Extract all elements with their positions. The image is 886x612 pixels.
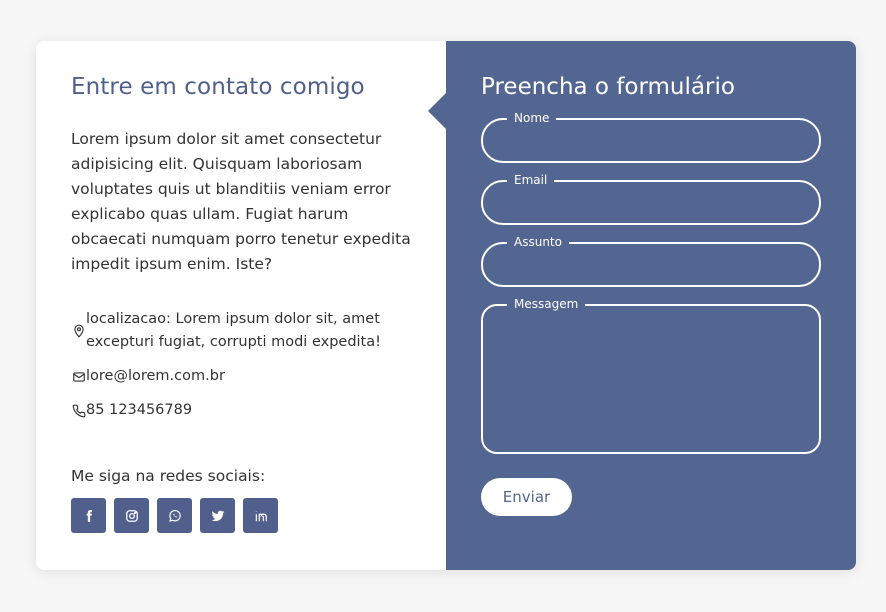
facebook-icon xyxy=(86,509,92,522)
whatsapp-icon xyxy=(168,509,181,522)
linkedin-icon xyxy=(255,510,267,521)
message-textarea[interactable] xyxy=(483,306,819,452)
panel-notch xyxy=(428,93,446,129)
whatsapp-link[interactable] xyxy=(157,498,192,533)
social-label: Me siga na redes sociais: xyxy=(71,467,266,485)
message-field: Messagem xyxy=(481,296,821,454)
social-links xyxy=(71,498,278,533)
email-text: lore@lorem.com.br xyxy=(86,368,225,384)
twitter-link[interactable] xyxy=(200,498,235,533)
subject-input[interactable] xyxy=(483,244,819,285)
facebook-link[interactable] xyxy=(71,498,106,533)
location-text: localizacao: Lorem ipsum dolor sit, amet… xyxy=(86,311,381,350)
email-input[interactable] xyxy=(483,182,819,223)
linkedin-link[interactable] xyxy=(243,498,278,533)
email-field: Email xyxy=(481,172,821,225)
submit-button[interactable]: Enviar xyxy=(481,478,572,516)
phone-icon xyxy=(71,403,86,418)
contact-description: Lorem ipsum dolor sit amet consectetur a… xyxy=(71,130,411,273)
contact-info-panel: Entre em contato comigo Lorem ipsum dolo… xyxy=(36,41,446,570)
name-field: Nome xyxy=(481,110,821,163)
instagram-link[interactable] xyxy=(114,498,149,533)
map-pin-icon xyxy=(71,324,86,339)
form-title: Preencha o formulário xyxy=(481,74,735,100)
instagram-icon xyxy=(125,509,138,522)
subject-label: Assunto xyxy=(507,234,569,250)
contact-title: Entre em contato comigo xyxy=(71,74,365,100)
mail-icon xyxy=(71,369,86,384)
message-label: Messagem xyxy=(507,296,586,312)
location-info: localizacao: Lorem ipsum dolor sit, amet… xyxy=(71,308,416,354)
name-label: Nome xyxy=(507,110,557,126)
email-label: Email xyxy=(507,172,555,188)
contact-form-panel: Preencha o formulário Nome Email Assunto… xyxy=(446,41,856,570)
twitter-icon xyxy=(211,510,224,521)
contact-card: Entre em contato comigo Lorem ipsum dolo… xyxy=(36,41,856,570)
email-info: lore@lorem.com.br xyxy=(71,365,225,388)
phone-text: 85 123456789 xyxy=(86,402,193,418)
subject-field: Assunto xyxy=(481,234,821,287)
phone-info: 85 123456789 xyxy=(71,399,192,422)
name-input[interactable] xyxy=(483,120,819,161)
